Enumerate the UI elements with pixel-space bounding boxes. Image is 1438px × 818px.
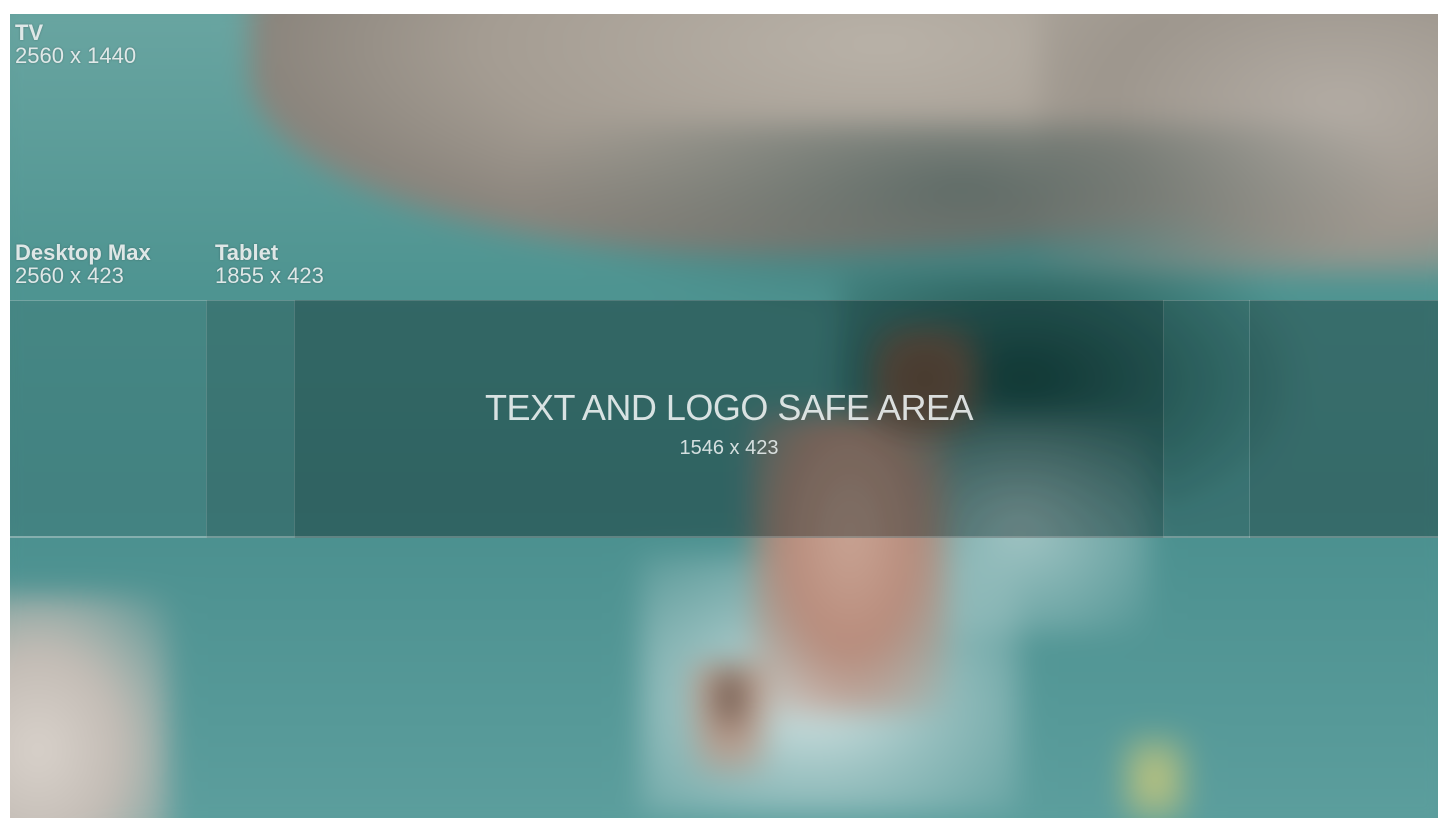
safe-area-dims: 1546 x 423 [679,437,779,459]
desktop-max-label-dims: 2560 x 423 [15,263,124,288]
tv-label: TV 2560 x 1440 [15,22,136,67]
rock-bottom-left [10,594,170,818]
right-edge-shade [1250,300,1438,538]
channel-art-template: TV 2560 x 1440 Desktop Max 2560 x 423 Ta… [10,14,1438,818]
swimming-child [690,664,770,774]
tablet-label-dims: 1855 x 423 [215,263,324,288]
tv-label-name: TV [15,20,44,45]
desktop-max-label: Desktop Max 2560 x 423 [15,242,151,287]
safe-area-title: TEXT AND LOGO SAFE AREA [485,387,973,428]
yellow-float [1120,734,1190,818]
tablet-label-name: Tablet [215,240,279,265]
tv-label-dims: 2560 x 1440 [15,43,137,68]
tablet-label: Tablet 1855 x 423 [215,242,324,287]
desktop-max-label-name: Desktop Max [15,240,151,265]
